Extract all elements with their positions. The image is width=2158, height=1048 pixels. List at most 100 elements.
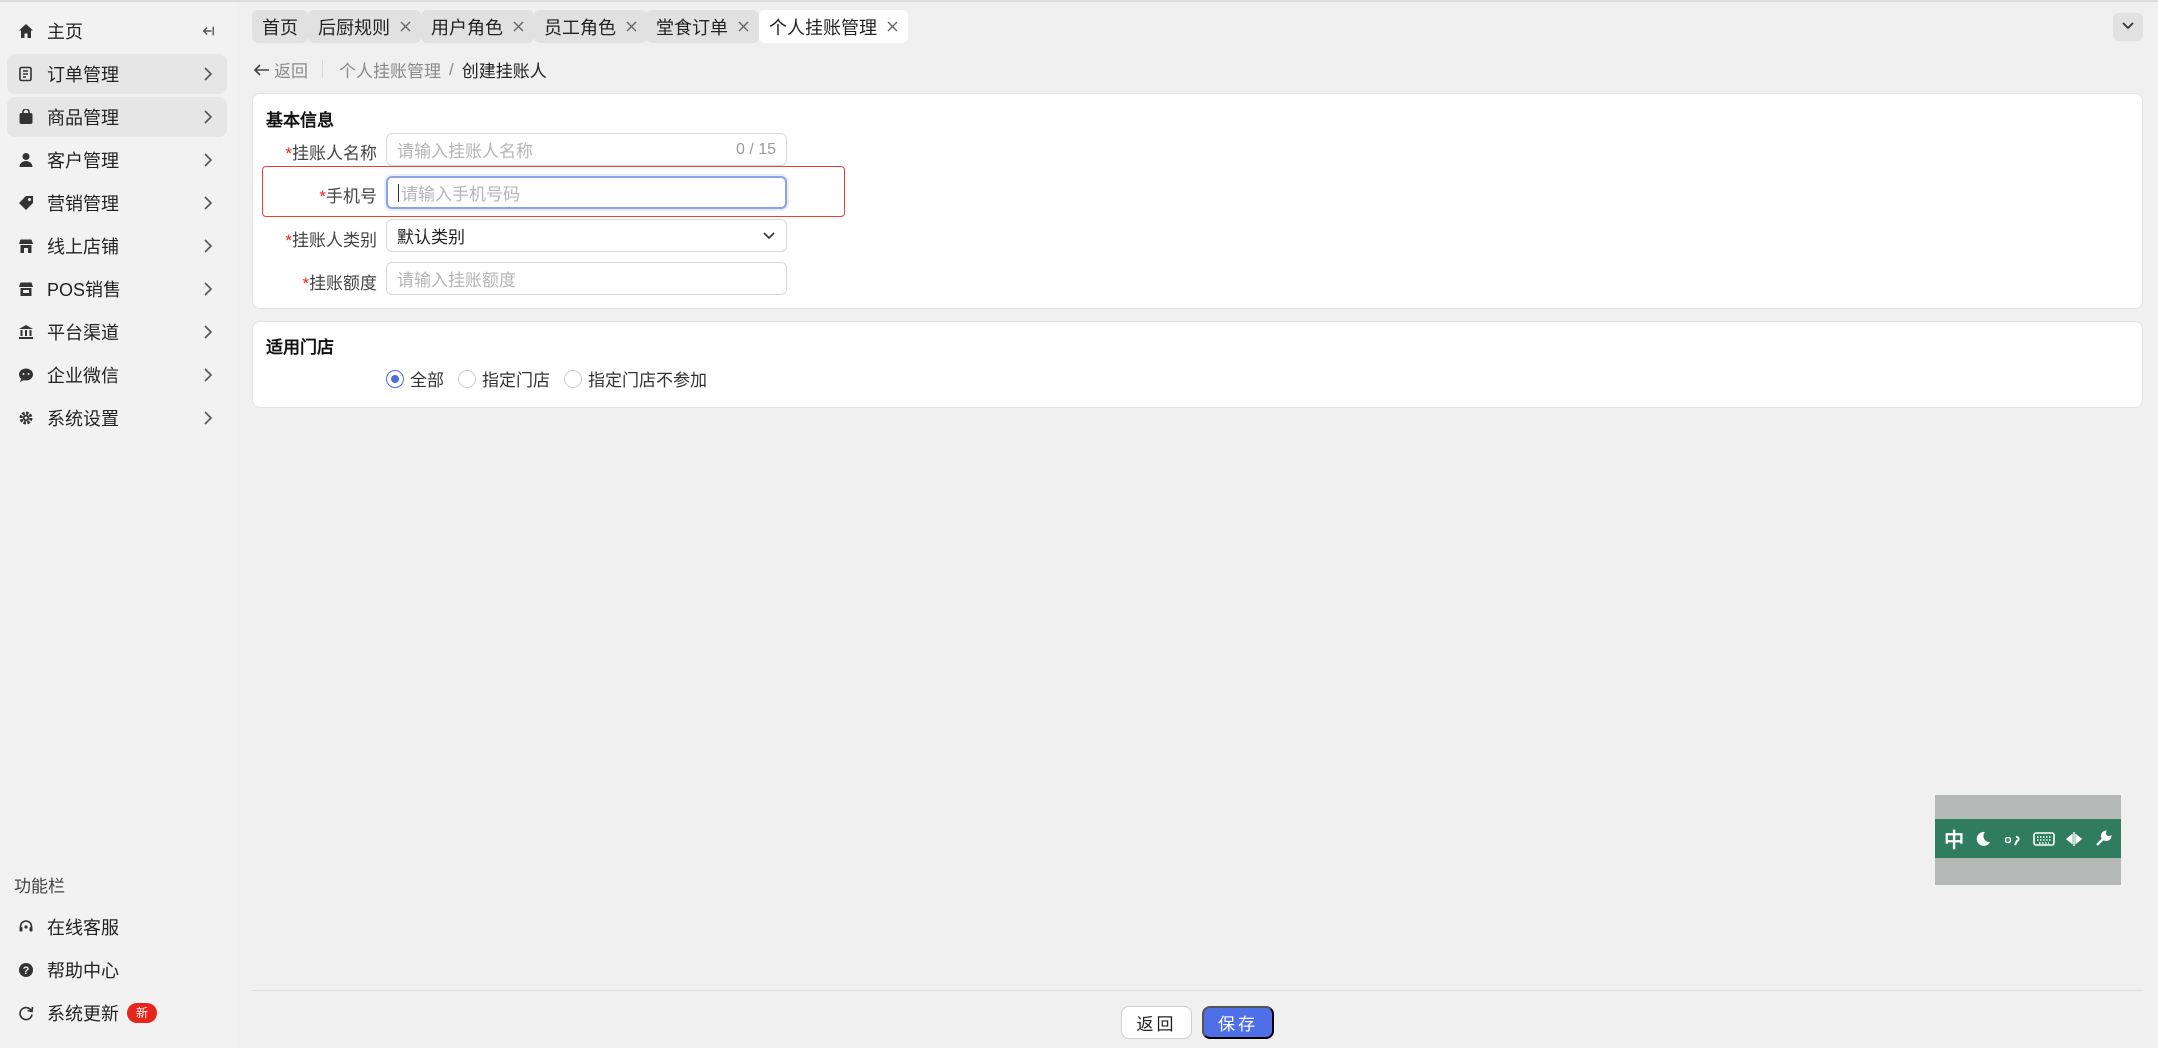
radio-label: 指定门店 [482, 371, 550, 390]
radio-label: 全部 [410, 371, 444, 390]
breadcrumb: 个人挂账管理 / 创建挂账人 [339, 57, 547, 82]
sidebar-item-update[interactable]: 系统更新 新 [7, 993, 227, 1033]
moon-icon[interactable] [1974, 830, 1992, 848]
radio-dot [564, 369, 582, 388]
chevron-right-icon [201, 196, 215, 210]
headset-icon [17, 918, 35, 936]
chevron-right-icon [201, 67, 215, 81]
sidebar-item-label: POS销售 [47, 280, 122, 300]
window-top-border [0, 0, 2158, 2]
ime-mode-label[interactable]: 中 [1944, 824, 1964, 853]
name-label: *挂账人名称 [285, 144, 377, 163]
sidebar-item-settings[interactable]: 系统设置 [7, 398, 227, 438]
tab-staff-roles[interactable]: 员工角色 [534, 10, 647, 43]
tab-label: 员工角色 [544, 17, 616, 38]
sidebar-item-customers[interactable]: 客户管理 [7, 140, 227, 180]
sidebar: 主页 订单管理 商品管理 客户管理 营销管理 线上店铺 POS销售 平台渠道 企… [0, 2, 237, 1048]
sidebar-item-online-service[interactable]: 在线客服 [7, 907, 227, 947]
refresh-icon [17, 1004, 35, 1022]
close-icon[interactable] [512, 21, 524, 33]
back-button[interactable]: 返回 [1121, 1006, 1192, 1039]
name-placeholder: 请输入挂账人名称 [397, 142, 533, 161]
sidebar-item-products[interactable]: 商品管理 [7, 97, 227, 137]
category-selected-value: 默认类别 [397, 228, 465, 247]
tab-label: 用户角色 [431, 17, 503, 38]
name-char-counter: 0 / 15 [735, 140, 776, 158]
sidebar-item-label: 主页 [47, 22, 83, 42]
chevron-right-icon [201, 411, 215, 425]
tab-label: 首页 [262, 17, 298, 38]
split-icon[interactable] [2065, 830, 2083, 848]
applicable-stores-title: 适用门店 [266, 338, 334, 357]
close-icon[interactable] [737, 21, 749, 33]
sidebar-item-label: 系统更新 [47, 1004, 119, 1024]
phone-input[interactable]: 请输入手机号码 [386, 176, 787, 209]
order-icon [17, 65, 35, 83]
sidebar-item-label: 在线客服 [47, 918, 119, 938]
wrench-icon[interactable] [2094, 829, 2112, 848]
keyboard-icon[interactable] [2033, 831, 2055, 847]
credit-limit-input[interactable]: 请输入挂账额度 [386, 262, 787, 295]
bank-icon [17, 323, 35, 341]
punctuation-icon[interactable] [2003, 830, 2023, 848]
phone-placeholder: 请输入手机号码 [401, 185, 520, 204]
sidebar-item-label: 系统设置 [47, 409, 119, 429]
chevron-right-icon [201, 239, 215, 253]
store-icon [17, 237, 35, 255]
chevron-right-icon [201, 325, 215, 339]
sidebar-item-label: 客户管理 [47, 151, 119, 171]
wechat-icon [17, 366, 35, 384]
tab-user-roles[interactable]: 用户角色 [421, 10, 534, 43]
sidebar-item-label: 线上店铺 [47, 237, 119, 257]
text-caret [398, 183, 399, 202]
sidebar-item-label: 平台渠道 [47, 323, 119, 343]
close-icon[interactable] [399, 21, 411, 33]
arrow-left-icon [254, 63, 270, 76]
footer-divider [252, 990, 2143, 991]
svg-text:?: ? [23, 965, 30, 977]
tab-personal-credit[interactable]: 个人挂账管理 [759, 10, 908, 43]
sidebar-item-label: 企业微信 [47, 366, 119, 386]
radio-dot [386, 369, 404, 388]
limit-placeholder: 请输入挂账额度 [397, 271, 516, 290]
tab-kitchen-rules[interactable]: 后厨规则 [308, 10, 421, 43]
sidebar-item-home[interactable]: 主页 [7, 11, 227, 51]
sidebar-item-label: 订单管理 [47, 65, 119, 85]
radio-exclude-stores[interactable]: 指定门店不参加 [564, 366, 707, 391]
category-label: *挂账人类别 [285, 231, 377, 250]
home-icon [17, 22, 35, 40]
close-icon[interactable] [886, 21, 898, 33]
tabs-dropdown-button[interactable] [2113, 13, 2143, 41]
radio-label: 指定门店不参加 [588, 371, 707, 390]
tab-label: 个人挂账管理 [769, 17, 877, 38]
tab-dine-in-orders[interactable]: 堂食订单 [646, 10, 759, 43]
ime-toolbar: 中 [1935, 795, 2121, 885]
category-select[interactable]: 默认类别 [386, 219, 787, 252]
close-icon[interactable] [625, 21, 637, 33]
back-link[interactable]: 返回 [254, 57, 308, 82]
sidebar-item-channels[interactable]: 平台渠道 [7, 312, 227, 352]
sidebar-item-marketing[interactable]: 营销管理 [7, 183, 227, 223]
chevron-right-icon [201, 282, 215, 296]
sidebar-item-label: 营销管理 [47, 194, 119, 214]
chevron-right-icon [201, 153, 215, 167]
gear-icon [17, 409, 35, 427]
credit-holder-name-input[interactable]: 请输入挂账人名称 0 / 15 [386, 133, 787, 166]
sidebar-item-wecom[interactable]: 企业微信 [7, 355, 227, 395]
sidebar-item-online-store[interactable]: 线上店铺 [7, 226, 227, 266]
collapse-icon[interactable] [201, 24, 215, 38]
sidebar-item-help[interactable]: ? 帮助中心 [7, 950, 227, 990]
product-icon [17, 108, 35, 126]
chevron-right-icon [201, 368, 215, 382]
radio-dot [458, 369, 476, 388]
basic-info-title: 基本信息 [266, 111, 334, 130]
ime-bar: 中 [1935, 819, 2121, 858]
sidebar-item-orders[interactable]: 订单管理 [7, 54, 227, 94]
save-button[interactable]: 保存 [1202, 1006, 1274, 1039]
tab-label: 堂食订单 [656, 17, 728, 38]
sidebar-item-pos[interactable]: POS销售 [7, 269, 227, 309]
breadcrumb-parent[interactable]: 个人挂账管理 [339, 57, 441, 82]
radio-all-stores[interactable]: 全部 [386, 366, 444, 391]
radio-specified-stores[interactable]: 指定门店 [458, 366, 550, 391]
tab-home[interactable]: 首页 [252, 10, 308, 43]
